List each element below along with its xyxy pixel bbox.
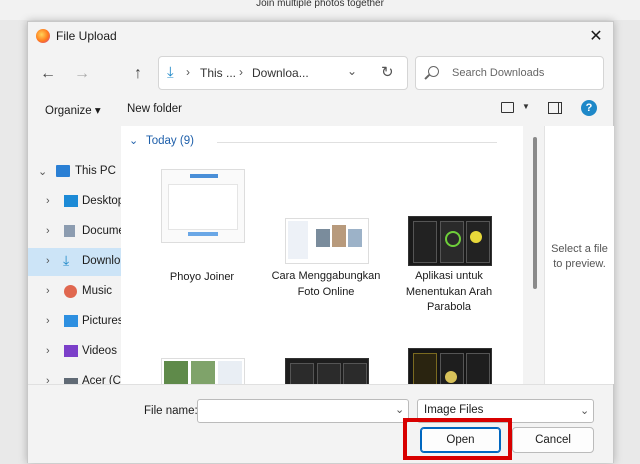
file-upload-dialog: File Upload ✕ ← → ↑ ⤓ › This ... › Downl…	[27, 21, 614, 463]
navigation-bar: ← → ↑ ⤓ › This ... › Downloa... ⌄ ↻ Sear…	[28, 56, 613, 92]
organize-button[interactable]: Organize ▾	[45, 103, 101, 117]
sidebar-item-desktop[interactable]: › Desktop	[28, 188, 124, 216]
chevron-right-icon[interactable]: ›	[46, 345, 50, 357]
back-button[interactable]: ←	[38, 64, 58, 84]
sidebar-item-music[interactable]: › Music	[28, 278, 123, 306]
download-icon: ⤓	[63, 252, 70, 268]
chevron-right-icon[interactable]: ›	[46, 315, 50, 327]
file-thumbnail[interactable]	[408, 216, 492, 266]
group-heading[interactable]: Today (9)	[146, 135, 194, 147]
file-thumbnail[interactable]	[161, 358, 245, 384]
download-arrow-icon: ⤓	[167, 64, 174, 81]
new-folder-button[interactable]: New folder	[127, 103, 182, 115]
close-button[interactable]: ✕	[584, 26, 608, 48]
chevron-right-icon: ›	[186, 65, 190, 79]
desktop-icon	[64, 195, 78, 207]
cancel-button[interactable]: Cancel	[512, 427, 594, 453]
chevron-right-icon[interactable]: ›	[46, 285, 50, 297]
preview-message: Select a file to preview.	[551, 243, 608, 270]
chevron-down-icon[interactable]: ▼	[522, 102, 530, 111]
file-name: Phoyo Joiner	[169, 271, 235, 283]
file-name-label: File name:	[144, 405, 198, 417]
refresh-icon[interactable]: ↻	[381, 63, 394, 81]
search-box[interactable]: Search Downloads	[415, 56, 604, 90]
navigation-pane: ⌄ This PC › Desktop › Docume › ⤓ Downlo …	[28, 126, 125, 387]
music-icon	[64, 285, 77, 298]
file-thumbnail[interactable]	[285, 218, 369, 264]
chevron-right-icon: ›	[239, 65, 243, 79]
documents-icon	[64, 225, 75, 237]
sidebar-item-documents[interactable]: › Docume	[28, 218, 125, 246]
file-thumbnail[interactable]	[285, 358, 369, 384]
preview-pane: Select a file to preview.	[544, 126, 614, 384]
chevron-right-icon[interactable]: ›	[46, 225, 50, 237]
search-icon	[428, 66, 439, 77]
sidebar-item-this-pc[interactable]: ⌄ This PC	[28, 158, 123, 186]
breadcrumb-this-pc[interactable]: This ...	[200, 66, 236, 80]
search-input[interactable]: Search Downloads	[452, 67, 544, 79]
file-thumbnail[interactable]	[408, 348, 492, 384]
chevron-down-icon[interactable]: ⌄	[395, 403, 404, 416]
chevron-right-icon[interactable]: ›	[46, 255, 50, 267]
chevron-down-icon[interactable]: ⌄	[580, 404, 589, 417]
command-bar: Organize ▾ New folder ▼ ?	[28, 96, 613, 124]
group-divider	[217, 142, 497, 143]
chevron-down-icon[interactable]: ⌄	[129, 134, 138, 147]
firefox-icon	[36, 29, 50, 43]
up-button[interactable]: ↑	[128, 64, 148, 84]
view-icon[interactable]	[501, 102, 514, 113]
address-bar[interactable]: ⤓ › This ... › Downloa... ⌄ ↻	[158, 56, 408, 90]
file-list: ⌄ Today (9) Phoyo Joiner Cara Menggabung…	[121, 126, 523, 384]
dialog-title: File Upload	[56, 29, 117, 43]
forward-button[interactable]: →	[72, 64, 92, 84]
sidebar-item-videos[interactable]: › Videos	[28, 338, 123, 366]
help-icon[interactable]: ?	[581, 100, 597, 116]
sidebar-item-pictures[interactable]: › Pictures	[28, 308, 124, 336]
file-type-value: Image Files	[424, 404, 484, 416]
file-name: Aplikasi untuk Menentukan Arah Parabola	[405, 270, 493, 313]
file-name-field[interactable]: ⌄	[197, 399, 409, 423]
pictures-icon	[64, 315, 78, 327]
preview-pane-icon[interactable]	[548, 102, 562, 114]
title-bar: File Upload ✕	[28, 22, 613, 52]
sidebar-item-downloads[interactable]: › ⤓ Downlo	[28, 248, 123, 276]
chevron-down-icon[interactable]: ⌄	[347, 64, 357, 78]
breadcrumb-downloads[interactable]: Downloa...	[252, 66, 309, 80]
chevron-right-icon[interactable]: ›	[46, 195, 50, 207]
content-scrollbar[interactable]	[533, 137, 537, 289]
videos-icon	[64, 345, 78, 357]
chevron-down-icon[interactable]: ⌄	[38, 165, 47, 178]
computer-icon	[56, 165, 70, 177]
footer: File name: ⌄ Image Files ⌄ Open Cancel	[28, 384, 613, 463]
file-thumbnail[interactable]	[161, 169, 245, 243]
open-button-highlight	[403, 418, 512, 460]
background-window-title: Join multiple photos together	[0, 0, 640, 20]
file-name: Cara Menggabungkan Foto Online	[271, 270, 381, 298]
